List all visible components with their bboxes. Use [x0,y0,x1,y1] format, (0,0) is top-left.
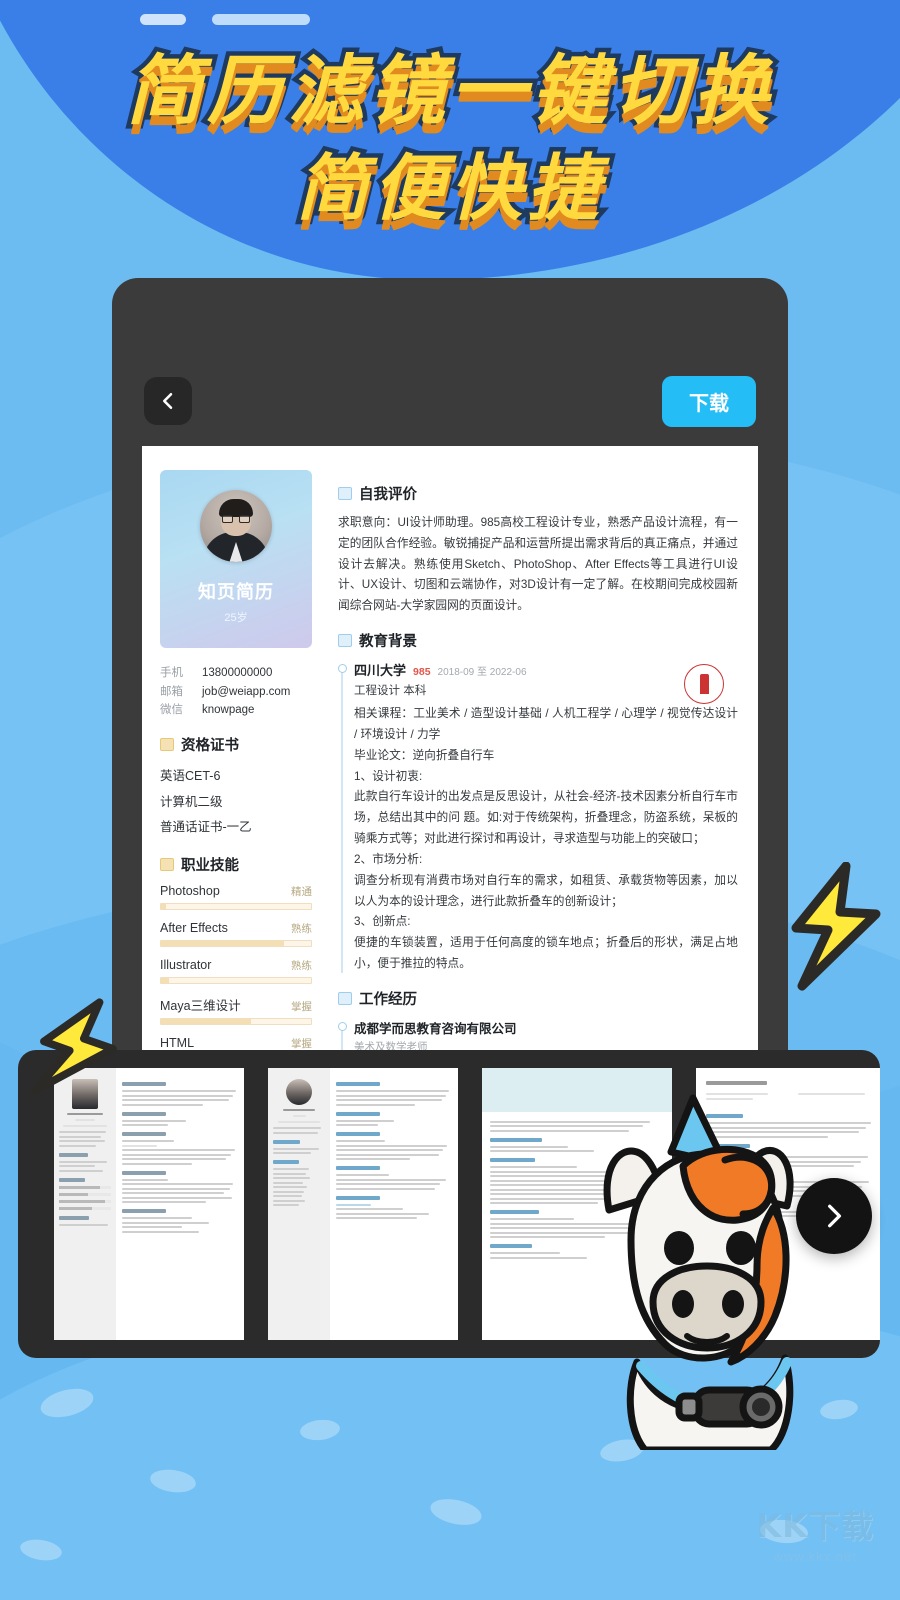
section-title: 职业技能 [181,857,239,874]
unicorn-icon [603,1094,794,1454]
skill-level: 熟练 [291,959,312,972]
section-header-self-eval: 自我评价 [338,483,738,504]
phone-mockup: 下载 知页简历 25岁 手机 13800000000 邮箱 job@weiapp… [112,278,788,1068]
lightning-icon [791,862,881,991]
skill-level: 掌握 [291,1037,312,1050]
download-button[interactable]: 下载 [662,375,756,427]
contact-key: 邮箱 [160,685,183,698]
skill-bar [160,1017,312,1025]
skill-bar-fill [161,903,166,909]
skill-name: Photoshop [160,883,220,898]
section-title: 工作经历 [359,991,417,1008]
skill-row: Illustrator 熟练 [160,958,312,984]
section-header-education: 教育背景 [338,630,738,651]
watermark-brand: KK下载 [756,1507,874,1545]
promo-headline: 简历滤镜一键切换 简便快捷 [0,46,900,230]
contact-key: 微信 [160,704,183,717]
thumbnail-body [330,1068,458,1340]
headline-line-1: 简历滤镜一键切换 [122,46,774,135]
education-point: 调查分析现有消费市场对自行车的需求，如租赁、承载货物等因素，加以以人为本的设计理… [354,873,738,908]
skill-row: Photoshop 精通 [160,884,312,910]
profile-age: 25岁 [224,612,248,624]
skill-icon [160,857,174,871]
back-button[interactable] [144,377,192,425]
self-eval-body: 求职意向：UI设计师助理。985高校工程设计专业，熟悉产品设计流程，有一定的团队… [338,516,738,613]
thumbnail-sidebar [268,1068,330,1340]
education-entry: 四川大学 985 2018-09 至 2022-06 工程设计 本科 相关课程：… [338,660,738,975]
education-badge: 985 [413,666,431,679]
skill-name: HTML [160,1035,195,1050]
work-company: 成都学而思教育咨询有限公司 [354,1021,517,1036]
lightning-bolt-right [788,862,884,992]
skill-name: Maya三维设计 [160,998,241,1013]
resume-sidebar: 知页简历 25岁 手机 13800000000 邮箱 job@weiapp.co… [142,464,326,1068]
resume-preview[interactable]: 知页简历 25岁 手机 13800000000 邮箱 job@weiapp.co… [142,446,758,1068]
unicorn-mascot [575,1090,845,1454]
headline-line-2: 简便快捷 [291,145,604,230]
section-title: 自我评价 [359,487,417,503]
section-header-work: 工作经历 [338,988,738,1009]
profile-name: 知页简历 [198,582,274,602]
education-point: 1、设计初衷: [354,769,423,783]
skill-bar-fill [161,1018,251,1024]
work-icon [338,991,352,1005]
template-thumbnail[interactable] [268,1068,458,1340]
education-courses: 相关课程：工业美术 / 造型设计基础 / 人机工程学 / 心理学 / 视觉传达设… [354,707,738,741]
skill-bar [160,939,312,947]
education-thesis: 毕业论文：逆向折叠自行车 [354,748,495,762]
contact-key: 手机 [160,667,183,679]
thumbnail-avatar [286,1079,312,1105]
thumbnail-body [116,1068,244,1340]
certificate-item: 普通话证书-一乙 [160,820,252,835]
skill-bar [160,902,312,910]
skill-name: After Effects [160,920,228,935]
avatar [200,490,272,562]
education-school: 四川大学 [354,663,407,679]
skill-name: Illustrator [160,957,212,972]
education-date: 2018-09 至 2022-06 [437,667,527,679]
skill-level: 精通 [291,885,312,898]
skill-bar-fill [161,977,169,983]
certificate-icon [160,737,174,751]
skill-level: 熟练 [291,922,312,935]
profile-card: 知页简历 25岁 [160,470,312,648]
section-title: 资格证书 [181,737,239,754]
skill-bar-fill [161,940,284,946]
resume-main: 自我评价 求职意向：UI设计师助理。985高校工程设计专业，熟悉产品设计流程，有… [326,464,758,1068]
watermark-url: www.kkx.net [773,1549,857,1564]
certificate-item: 计算机二级 [160,794,223,809]
education-major: 工程设计 本科 [354,685,427,698]
education-point: 3、创新点: [354,915,411,929]
section-header-certificates: 资格证书 [160,734,312,755]
certificate-item: 英语CET-6 [160,768,221,783]
education-point: 2、市场分析: [354,852,423,866]
page-indicator [140,14,310,25]
app-toolbar: 下载 [112,366,788,436]
skill-level: 掌握 [291,1000,312,1013]
contact-row: 邮箱 job@weiapp.com [160,683,312,702]
contact-value: 13800000000 [202,667,273,679]
contact-row: 手机 13800000000 [160,664,312,683]
contact-list: 手机 13800000000 邮箱 job@weiapp.com 微信 know… [160,664,312,720]
contact-row: 微信 knowpage [160,701,312,720]
skill-row: After Effects 熟练 [160,921,312,947]
education-icon [338,634,352,648]
watermark: KK下载 www.kkx.net [756,1501,874,1564]
education-point: 此款自行车设计的出发点是反思设计，从社会-经济-技术因素分析自行车市场，总结出其… [354,790,738,846]
self-eval-icon [338,487,352,500]
section-title: 教育背景 [359,634,417,651]
education-point: 便捷的车锁装置，适用于任何高度的锁车地点；折叠后的形状，满足占地小，便于推拉的特… [354,936,738,971]
skill-row: Maya三维设计 掌握 [160,995,312,1025]
chevron-left-icon [162,392,173,410]
page-indicator-dot-2 [212,14,310,25]
contact-value: knowpage [202,704,255,717]
page-indicator-dot-1 [140,14,186,25]
skill-bar [160,976,312,984]
contact-value: job@weiapp.com [202,685,291,698]
section-header-skills: 职业技能 [160,854,312,875]
